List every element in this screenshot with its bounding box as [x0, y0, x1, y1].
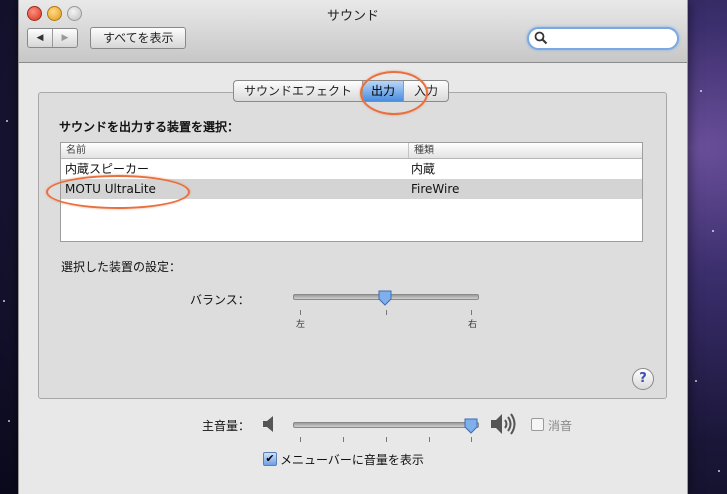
- balance-left-label: 左: [296, 320, 306, 330]
- show-volume-in-menubar-label: メニューバーに音量を表示: [280, 453, 424, 467]
- star-decoration: [700, 90, 702, 92]
- main-volume-slider-track[interactable]: [293, 422, 479, 428]
- star-decoration: [718, 470, 720, 472]
- tab-bar: サウンドエフェクト 出力 入力: [233, 80, 450, 102]
- column-header-type[interactable]: 種類: [409, 143, 434, 158]
- table-header: 名前 種類: [61, 143, 642, 159]
- window-title: サウンド: [326, 9, 379, 24]
- balance-label: バランス：: [190, 293, 250, 307]
- checkmark-icon: ✔: [265, 452, 275, 465]
- volume-tick: [429, 437, 430, 442]
- device-type: FireWire: [411, 182, 460, 196]
- balance-slider-thumb[interactable]: [378, 290, 392, 306]
- device-name: MOTU UltraLite: [65, 182, 156, 196]
- balance-tick-center: [386, 310, 387, 315]
- volume-tick: [300, 437, 301, 442]
- device-name: 内蔵スピーカー: [65, 162, 150, 176]
- device-type: 内蔵: [411, 162, 436, 176]
- table-row-selected[interactable]: MOTU UltraLite FireWire: [61, 179, 642, 199]
- tab-input[interactable]: 入力: [403, 81, 448, 101]
- main-volume-label: 主音量：: [202, 419, 251, 433]
- tab-output[interactable]: 出力: [362, 81, 404, 101]
- device-settings-label: 選択した装置の設定：: [61, 260, 182, 274]
- main-volume-slider-thumb[interactable]: [464, 418, 478, 434]
- help-button[interactable]: ?: [632, 368, 654, 390]
- table-row[interactable]: 内蔵スピーカー 内蔵: [61, 159, 642, 179]
- star-decoration: [3, 300, 5, 302]
- balance-tick-right: [471, 310, 472, 315]
- mute-label: 消音: [548, 419, 573, 433]
- sound-preferences-window: サウンド ◀ ▶ すべてを表示 サウンドエフェクト 出力 入力 サウンドを出力す…: [18, 0, 688, 494]
- star-decoration: [712, 230, 714, 232]
- speaker-quiet-icon: [263, 416, 273, 432]
- star-decoration: [8, 420, 10, 422]
- output-tab-panel: [38, 92, 667, 399]
- back-button[interactable]: ◀: [28, 29, 52, 47]
- back-arrow-icon: ◀: [36, 33, 44, 43]
- speaker-loud-icon: [491, 413, 516, 435]
- balance-tick-left: [300, 310, 301, 315]
- mute-checkbox[interactable]: [531, 418, 544, 431]
- search-icon: [534, 31, 548, 45]
- search-input[interactable]: [551, 30, 673, 47]
- show-volume-in-menubar-checkbox[interactable]: ✔: [263, 452, 277, 466]
- volume-tick: [343, 437, 344, 442]
- output-device-table: 名前 種類 内蔵スピーカー 内蔵 MOTU UltraLite FireWire: [60, 142, 643, 242]
- star-decoration: [6, 120, 8, 122]
- toolbar: サウンド ◀ ▶ すべてを表示: [19, 0, 687, 63]
- output-device-heading: サウンドを出力する装置を選択：: [59, 120, 240, 134]
- volume-tick: [386, 437, 387, 442]
- star-decoration: [695, 380, 697, 382]
- show-all-button[interactable]: すべてを表示: [90, 27, 187, 49]
- column-header-name[interactable]: 名前: [61, 143, 409, 158]
- balance-right-label: 右: [468, 320, 478, 330]
- forward-button[interactable]: ▶: [52, 29, 77, 47]
- tab-sound-effects[interactable]: サウンドエフェクト: [234, 81, 362, 101]
- forward-arrow-icon: ▶: [61, 33, 69, 43]
- volume-tick: [471, 437, 472, 442]
- search-field[interactable]: [527, 27, 679, 50]
- back-forward-control: ◀ ▶: [27, 28, 78, 48]
